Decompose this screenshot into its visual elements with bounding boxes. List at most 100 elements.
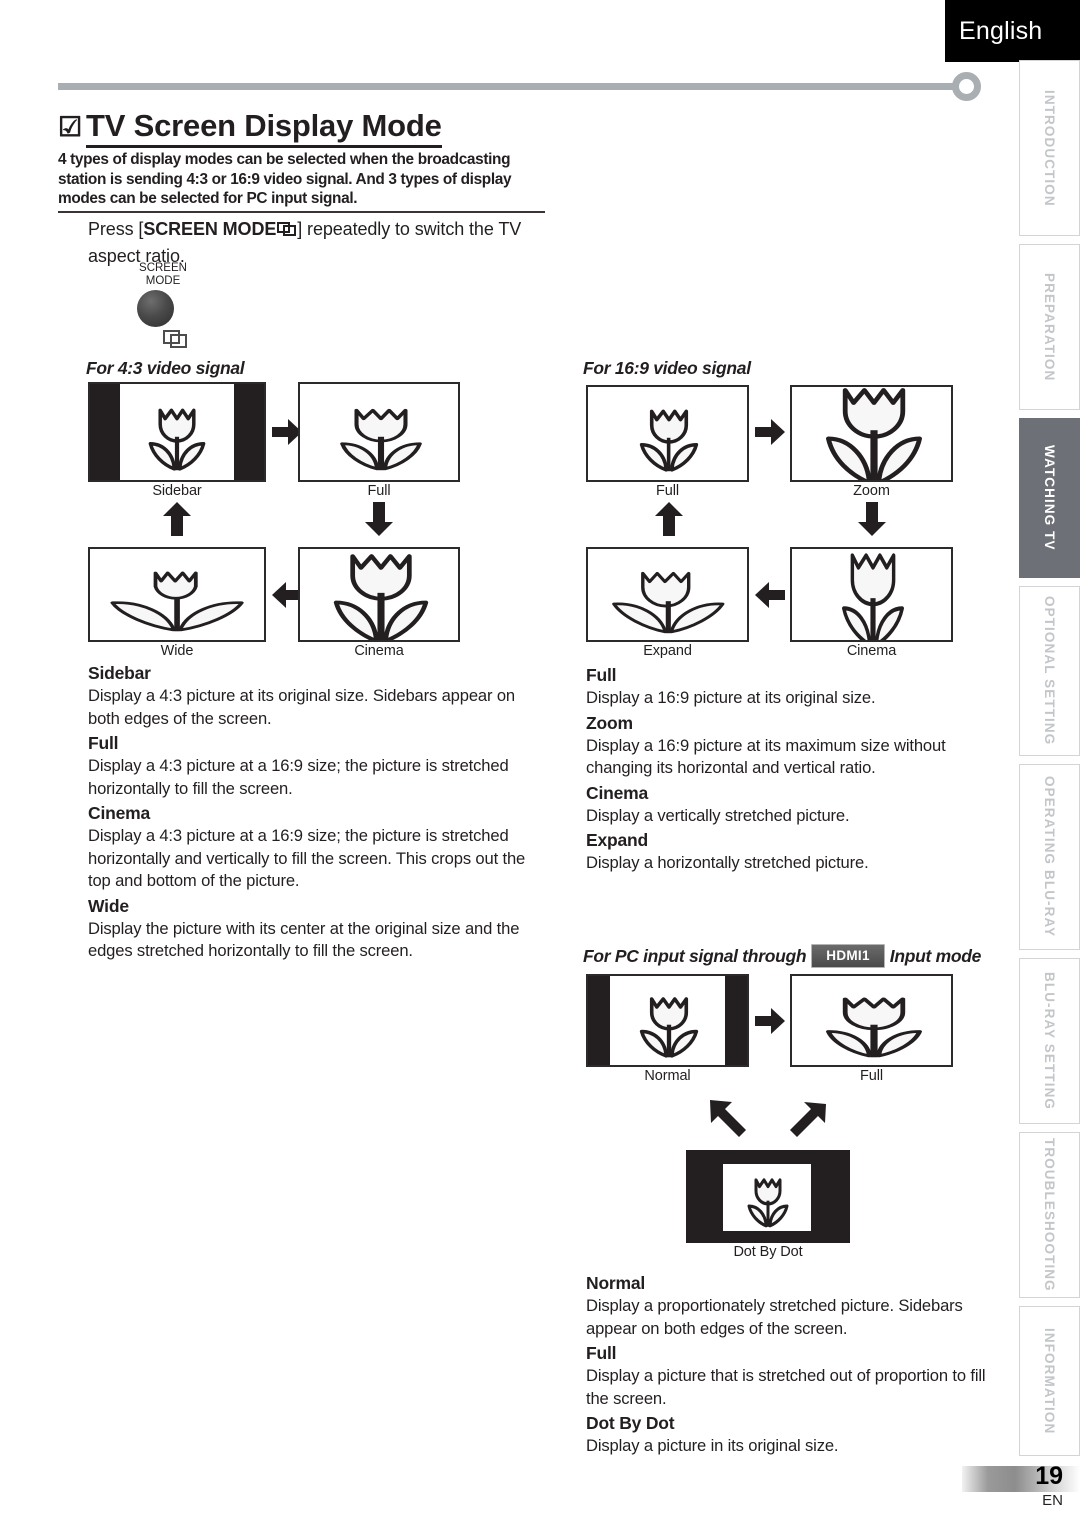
tulip-icon (103, 558, 253, 634)
arrow-right-pc (753, 1004, 787, 1038)
left-sidebar-bar (588, 976, 610, 1065)
box-caption: Normal (644, 1068, 691, 1084)
tab-label: OPTIONAL SETTING (1042, 596, 1057, 746)
term: Dot By Dot (586, 1413, 675, 1433)
box-caption: Sidebar (152, 483, 202, 499)
tab-information[interactable]: INFORMATION (1019, 1306, 1080, 1456)
box-full-169: Full (586, 385, 749, 499)
tulip-icon (142, 395, 212, 473)
tulip-icon (814, 984, 934, 1060)
term: Normal (586, 1273, 646, 1293)
tv-frame (88, 382, 266, 482)
language-bar: English (945, 0, 1080, 62)
tab-optional-setting[interactable]: OPTIONAL SETTING (1019, 586, 1080, 756)
box-caption: Wide (160, 643, 194, 659)
term: Wide (88, 895, 129, 916)
language-code: EN (1042, 1492, 1063, 1509)
term: Full (586, 665, 617, 685)
box-caption: Zoom (853, 483, 890, 499)
page-title: ☑ TV Screen Display Mode (58, 108, 442, 148)
box-caption: Expand (643, 643, 692, 659)
tab-troubleshooting[interactable]: TROUBLESHOOTING (1019, 1132, 1080, 1298)
description: Display a 16:9 picture at its original s… (586, 688, 876, 707)
tv-frame (790, 385, 953, 482)
tulip-icon (322, 549, 440, 640)
definitions-4-3: Sidebar Display a 4:3 picture at its ori… (88, 660, 530, 963)
arrow-right-169 (753, 415, 787, 449)
tab-label: TROUBLESHOOTING (1042, 1138, 1057, 1292)
box-caption: Full (860, 1068, 883, 1084)
button-label-line2: MODE (145, 274, 181, 287)
description: Display a 4:3 picture at a 16:9 size; th… (88, 826, 526, 890)
heading-16-9: For 16:9 video signal (583, 358, 751, 378)
description: Display a horizontally stretched picture… (586, 853, 869, 872)
box-dot-by-dot: Dot By Dot (686, 1150, 850, 1260)
term: Zoom (586, 712, 633, 733)
term: Cinema (586, 782, 649, 803)
tab-operating-bluray[interactable]: OPERATING BLU-RAY (1019, 764, 1080, 950)
manual-page: English INTRODUCTION PREPARATION WATCHIN… (0, 0, 1080, 1526)
aspect-ratio-icon (163, 330, 189, 349)
intro-divider (58, 211, 545, 213)
tv-frame (586, 974, 749, 1067)
heading-pc-suffix: Input mode (889, 946, 982, 966)
arrow-up-169 (652, 500, 686, 538)
heading-pc-prefix: For PC input signal through (583, 946, 807, 966)
tab-label: PREPARATION (1042, 272, 1057, 382)
arrow-diagonal-upleft-pc (706, 1096, 750, 1140)
box-wide: Wide (88, 547, 266, 659)
round-button-icon[interactable] (137, 290, 174, 327)
language-label: English (959, 16, 1043, 45)
arrow-diagonal-downleft-pc (786, 1096, 830, 1140)
section-tabs: INTRODUCTION PREPARATION WATCHING TV OPT… (1019, 60, 1080, 1456)
tulip-icon (743, 1168, 793, 1229)
intro-paragraph: 4 types of display modes can be selected… (58, 151, 512, 207)
definitions-16-9: Full Display a 16:9 picture at its origi… (586, 662, 1006, 875)
tab-watching-tv[interactable]: WATCHING TV (1019, 418, 1080, 578)
tv-frame (686, 1150, 850, 1243)
tv-frame (790, 974, 953, 1067)
arrow-down-169 (855, 500, 889, 538)
description: Display a vertically stretched picture. (586, 805, 850, 825)
box-cinema-169: Cinema (790, 547, 953, 659)
box-cinema-43: Cinema (298, 547, 460, 659)
description: Display a 4:3 picture at a 16:9 size; th… (88, 756, 509, 798)
tulip-icon (814, 387, 934, 480)
heading-4-3: For 4:3 video signal (86, 358, 245, 378)
description: Display a 16:9 picture at its maximum si… (586, 735, 946, 778)
tv-frame (88, 547, 266, 642)
definitions-pc: Normal Display a proportionately stretch… (586, 1270, 1010, 1458)
description: Display the picture with its center at t… (88, 918, 520, 961)
tulip-icon (830, 549, 916, 640)
tab-label: BLU-RAY SETTING (1042, 971, 1057, 1110)
description: Display a picture that is stretched out … (586, 1366, 986, 1408)
description: Display a 4:3 picture at its original si… (88, 686, 515, 728)
header-divider-rule (58, 83, 958, 90)
tv-frame (298, 547, 460, 642)
description: Display a picture in its original size. (586, 1436, 839, 1455)
tv-frame (298, 382, 460, 482)
box-sidebar: Sidebar (88, 382, 266, 499)
box-caption: Full (656, 483, 679, 499)
tab-preparation[interactable]: PREPARATION (1019, 244, 1080, 410)
arrow-up-43 (160, 500, 194, 538)
box-caption: Cinema (354, 643, 404, 659)
hdmi-badge: HDMI1 (811, 944, 885, 968)
tab-label: WATCHING TV (1042, 445, 1057, 551)
term: Sidebar (88, 663, 151, 683)
tab-label: INFORMATION (1042, 1327, 1057, 1435)
tulip-icon (633, 984, 705, 1060)
term: Full (88, 733, 119, 753)
page-number: 19 (1035, 1462, 1063, 1490)
button-label-line1: SCREEN (139, 262, 187, 274)
term: Full (586, 1343, 617, 1363)
tulip-icon (330, 395, 432, 473)
box-full-pc: Full (790, 974, 953, 1084)
right-sidebar-bar (725, 976, 747, 1065)
box-caption: Cinema (846, 643, 897, 659)
header-ring-ornament (952, 72, 981, 101)
tab-bluray-setting[interactable]: BLU-RAY SETTING (1019, 958, 1080, 1124)
tab-introduction[interactable]: INTRODUCTION (1019, 60, 1080, 236)
screen-mode-icon (277, 222, 297, 236)
press-key-label: SCREEN MODE (143, 219, 277, 239)
